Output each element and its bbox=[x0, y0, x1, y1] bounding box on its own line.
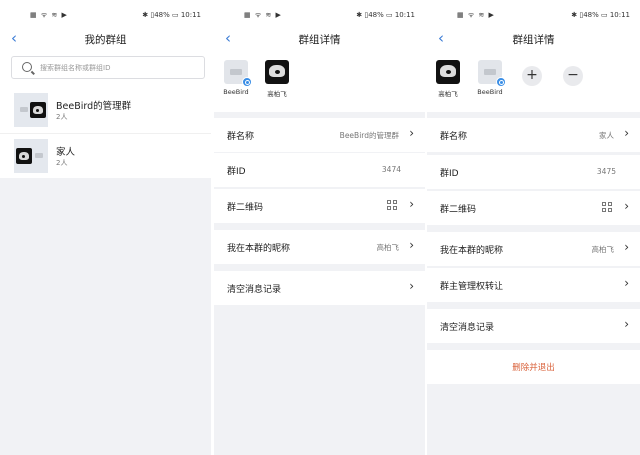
search-icon bbox=[22, 62, 32, 72]
qr-code-icon bbox=[602, 202, 613, 213]
delete-and-exit-button[interactable]: 删除并退出 bbox=[427, 350, 640, 384]
list-item-group-beebird[interactable]: BeeBird的管理群 2人 bbox=[0, 88, 211, 133]
cell-group-id: 群ID 3475 bbox=[427, 155, 640, 189]
cell-value: BeeBird的管理群 bbox=[339, 131, 399, 140]
list-item-group-family[interactable]: 家人 2人 bbox=[0, 133, 211, 178]
chevron-right-icon: › bbox=[624, 240, 629, 254]
cell-value: 3475 bbox=[596, 167, 616, 176]
group-name: BeeBird的管理群 bbox=[56, 101, 132, 112]
chevron-right-icon: › bbox=[624, 317, 629, 331]
cell-clear-messages[interactable]: 清空消息记录 › bbox=[427, 309, 640, 343]
cell-group-name[interactable]: 群名称 家人 › bbox=[427, 118, 640, 152]
page-title: 群组详情 bbox=[512, 34, 555, 46]
page-title: 我的群组 bbox=[84, 34, 127, 46]
cell-group-name[interactable]: 群名称 BeeBird的管理群 › bbox=[214, 118, 425, 152]
cell-label: 群二维码 bbox=[440, 205, 477, 215]
avatar bbox=[224, 60, 252, 87]
group-list: BeeBird的管理群 2人 家人 2人 bbox=[0, 88, 211, 178]
member-gaobaifei[interactable]: 高柏飞 bbox=[259, 60, 295, 98]
member-name: BeeBird bbox=[477, 88, 503, 96]
chevron-right-icon: › bbox=[624, 276, 629, 290]
member-name: BeeBird bbox=[223, 88, 249, 96]
status-bar: ▦ ᯤ ≋ ▶ ✱ ▯48% ▭ 10:11 bbox=[0, 0, 211, 28]
search-section bbox=[0, 50, 211, 88]
status-signal: ▦ ᯤ ≋ ▶ bbox=[30, 11, 68, 19]
cell-group-qrcode[interactable]: 群二维码 › bbox=[214, 189, 425, 223]
remove-member-button[interactable]: − bbox=[563, 66, 583, 86]
member-name: 高柏飞 bbox=[438, 90, 458, 98]
member-gaobaifei[interactable]: 高柏飞 bbox=[430, 60, 466, 98]
delete-and-exit-label: 删除并退出 bbox=[512, 363, 555, 373]
status-signal: ▦ ᯤ ≋ ▶ bbox=[457, 11, 495, 19]
member-avatar-grey bbox=[35, 153, 43, 158]
cell-my-nickname[interactable]: 我在本群的昵称 高柏飞 › bbox=[214, 230, 425, 264]
chevron-right-icon: › bbox=[624, 199, 629, 213]
cell-group-qrcode[interactable]: 群二维码 › bbox=[427, 191, 640, 225]
cell-label: 群ID bbox=[440, 169, 459, 179]
cell-label: 群二维码 bbox=[227, 203, 264, 213]
qr-code-icon bbox=[387, 200, 398, 211]
nav-bar: ‹ 群组详情 bbox=[214, 28, 425, 50]
avatar bbox=[436, 60, 460, 84]
cell-my-nickname[interactable]: 我在本群的昵称 高柏飞 › bbox=[427, 232, 640, 266]
member-strip: 高柏飞 BeeBird + − bbox=[427, 50, 640, 112]
group-member-count: 2人 bbox=[56, 159, 68, 167]
cell-label: 我在本群的昵称 bbox=[440, 246, 504, 256]
member-avatar-dark bbox=[30, 102, 46, 118]
chevron-right-icon: › bbox=[409, 279, 414, 293]
member-beebird[interactable]: BeeBird bbox=[472, 60, 508, 96]
status-battery-time: ✱ ▯48% ▭ 10:11 bbox=[142, 11, 201, 19]
member-beebird[interactable]: BeeBird bbox=[218, 60, 254, 96]
cell-label: 群ID bbox=[227, 167, 246, 177]
screen-group-detail-family: ▦ ᯤ ≋ ▶ ✱ ▯48% ▭ 10:11 ‹ 群组详情 高柏飞 BeeBir… bbox=[427, 0, 640, 455]
screen-group-detail-beebird: ▦ ᯤ ≋ ▶ ✱ ▯48% ▭ 10:11 ‹ 群组详情 BeeBird 高柏… bbox=[214, 0, 425, 455]
cell-label: 群名称 bbox=[227, 132, 255, 142]
owner-badge-icon bbox=[496, 77, 506, 87]
avatar bbox=[265, 60, 289, 84]
cell-value: 高柏飞 bbox=[376, 243, 400, 252]
cell-label: 我在本群的昵称 bbox=[227, 244, 291, 254]
page-title: 群组详情 bbox=[298, 34, 341, 46]
search-box[interactable] bbox=[11, 56, 205, 79]
status-signal: ▦ ᯤ ≋ ▶ bbox=[244, 11, 282, 19]
chevron-right-icon: › bbox=[409, 126, 414, 140]
owner-badge-icon bbox=[242, 77, 252, 87]
cell-label: 清空消息记录 bbox=[227, 285, 282, 295]
cell-value: 家人 bbox=[599, 131, 614, 140]
cell-label: 群主管理权转让 bbox=[440, 282, 504, 292]
member-name: 高柏飞 bbox=[267, 90, 287, 98]
add-member-button[interactable]: + bbox=[522, 66, 542, 86]
nav-bar: ‹ 群组详情 bbox=[427, 28, 640, 50]
status-bar: ▦ ᯤ ≋ ▶ ✱ ▯48% ▭ 10:11 bbox=[427, 0, 640, 28]
chevron-right-icon: › bbox=[409, 238, 414, 252]
nav-bar: ‹ 我的群组 bbox=[0, 28, 211, 50]
chevron-right-icon: › bbox=[624, 126, 629, 140]
screen-my-groups: ▦ ᯤ ≋ ▶ ✱ ▯48% ▭ 10:11 ‹ 我的群组 BeeBird的管理… bbox=[0, 0, 211, 455]
member-strip: BeeBird 高柏飞 bbox=[214, 50, 425, 112]
cell-value: 高柏飞 bbox=[591, 245, 615, 254]
avatar bbox=[478, 60, 506, 87]
search-input[interactable] bbox=[40, 60, 200, 76]
status-battery-time: ✱ ▯48% ▭ 10:11 bbox=[356, 11, 415, 19]
chevron-right-icon: › bbox=[409, 197, 414, 211]
member-avatar-grey bbox=[20, 107, 28, 112]
status-battery-time: ✱ ▯48% ▭ 10:11 bbox=[571, 11, 630, 19]
cell-label: 群名称 bbox=[440, 132, 468, 142]
member-avatar-dark bbox=[16, 148, 32, 164]
cell-transfer-ownership[interactable]: 群主管理权转让 › bbox=[427, 268, 640, 302]
cell-label: 清空消息记录 bbox=[440, 323, 495, 333]
group-avatar bbox=[14, 93, 48, 127]
status-bar: ▦ ᯤ ≋ ▶ ✱ ▯48% ▭ 10:11 bbox=[214, 0, 425, 28]
cell-value: 3474 bbox=[381, 165, 401, 174]
group-name: 家人 bbox=[56, 147, 76, 158]
group-avatar bbox=[14, 139, 48, 173]
cell-clear-messages[interactable]: 清空消息记录 › bbox=[214, 271, 425, 305]
cell-group-id: 群ID 3474 bbox=[214, 153, 425, 187]
group-member-count: 2人 bbox=[56, 113, 68, 121]
